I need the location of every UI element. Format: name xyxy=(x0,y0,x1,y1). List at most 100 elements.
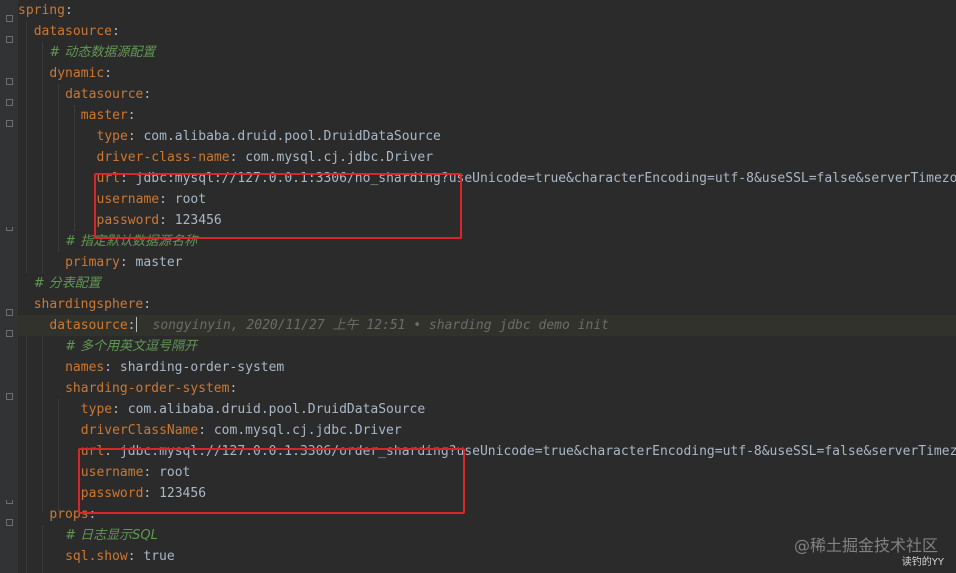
code-line[interactable]: datasource: xyxy=(18,21,956,42)
code-line[interactable]: dynamic: xyxy=(18,63,956,84)
code-line[interactable]: username: root xyxy=(18,462,956,483)
yaml-key: master xyxy=(80,108,128,123)
fold-icon[interactable] xyxy=(6,519,13,526)
yaml-value: root xyxy=(159,465,191,480)
code-line[interactable]: type: com.alibaba.druid.pool.DruidDataSo… xyxy=(18,399,956,420)
yaml-key: url xyxy=(80,444,105,459)
fold-end-icon[interactable] xyxy=(6,227,13,231)
git-blame-annotation[interactable]: songyinyin, 2020/11/27 上午 12:51 • shardi… xyxy=(153,318,609,333)
yaml-comment: # 日志显示SQL xyxy=(65,528,158,543)
yaml-comment: # 动态数据源配置 xyxy=(49,45,156,60)
code-line[interactable]: type: com.alibaba.druid.pool.DruidDataSo… xyxy=(18,126,956,147)
yaml-key: shardingsphere xyxy=(33,297,144,312)
yaml-key: driverClassName xyxy=(80,423,199,438)
code-line[interactable]: datasource: songyinyin, 2020/11/27 上午 12:… xyxy=(18,315,956,336)
code-line[interactable]: password: 123456 xyxy=(18,210,956,231)
code-line[interactable]: # 多个用英文逗号隔开 xyxy=(18,336,956,357)
code-line[interactable]: master: xyxy=(18,105,956,126)
yaml-value: root xyxy=(174,192,207,207)
yaml-comment: # 分表配置 xyxy=(33,276,101,291)
yaml-key: primary xyxy=(65,255,120,270)
fold-icon[interactable] xyxy=(6,15,13,22)
yaml-value: com.mysql.cj.jdbc.Driver xyxy=(245,150,434,165)
code-line[interactable]: datasource: xyxy=(18,84,956,105)
fold-icon[interactable] xyxy=(6,120,13,127)
yaml-key: sql.show xyxy=(65,549,128,564)
yaml-colon: : xyxy=(127,108,136,123)
yaml-value: true xyxy=(143,549,175,564)
code-line[interactable]: props: xyxy=(18,504,956,525)
yaml-value: com.mysql.cj.jdbc.Driver xyxy=(213,423,402,438)
code-line[interactable]: spring: xyxy=(18,0,956,21)
yaml-value: com.alibaba.druid.pool.DruidDataSource xyxy=(143,129,441,144)
yaml-colon: : xyxy=(104,444,120,459)
yaml-key: datasource xyxy=(49,318,128,333)
yaml-value: master xyxy=(135,255,183,270)
code-line[interactable]: url: jdbc:mysql://127.0.0.1:3306/order_s… xyxy=(18,441,956,462)
yaml-colon: : xyxy=(119,171,136,186)
yaml-key: datasource xyxy=(65,87,144,102)
yaml-key: password xyxy=(96,213,160,228)
yaml-key: names xyxy=(65,360,105,375)
yaml-colon: : xyxy=(143,87,152,102)
fold-icon[interactable] xyxy=(6,99,13,106)
yaml-key: type xyxy=(80,402,113,417)
yaml-colon: : xyxy=(88,507,97,522)
code-line[interactable]: # 动态数据源配置 xyxy=(18,42,956,63)
code-line[interactable]: primary: master xyxy=(18,252,956,273)
yaml-colon: : xyxy=(143,486,160,501)
fold-end-icon[interactable] xyxy=(6,500,13,504)
yaml-comment: # 指定默认数据源名称 xyxy=(65,234,198,249)
yaml-key: dynamic xyxy=(49,66,105,81)
yaml-colon: : xyxy=(143,297,152,312)
code-line[interactable]: shardingsphere: xyxy=(18,294,956,315)
code-line[interactable]: sharding-order-system: xyxy=(18,378,956,399)
yaml-key: username xyxy=(96,192,160,207)
yaml-colon: : xyxy=(198,423,214,438)
yaml-key: driver-class-name xyxy=(96,150,230,165)
yaml-key: spring xyxy=(18,3,65,18)
yaml-colon: : xyxy=(112,402,128,417)
fold-icon[interactable] xyxy=(6,78,13,85)
yaml-colon: : xyxy=(111,24,120,39)
code-line[interactable]: names: sharding-order-system xyxy=(18,357,956,378)
yaml-key: username xyxy=(80,465,144,480)
yaml-key: sharding-order-system xyxy=(65,381,230,396)
code-line[interactable]: password: 123456 xyxy=(18,483,956,504)
code-line[interactable]: driver-class-name: com.mysql.cj.jdbc.Dri… xyxy=(18,147,956,168)
yaml-colon: : xyxy=(119,255,136,270)
yaml-colon: : xyxy=(159,213,175,228)
editor-gutter[interactable] xyxy=(0,0,18,573)
yaml-colon: : xyxy=(104,66,113,81)
code-line[interactable]: username: root xyxy=(18,189,956,210)
yaml-colon: : xyxy=(229,381,238,396)
yaml-comment: # 多个用英文逗号隔开 xyxy=(65,339,198,354)
yaml-colon: : xyxy=(143,465,160,480)
yaml-key: url xyxy=(96,171,120,186)
yaml-value: 123456 xyxy=(174,213,222,228)
yaml-key: datasource xyxy=(33,24,112,39)
yaml-value: sharding-order-system xyxy=(119,360,285,375)
yaml-colon: : xyxy=(127,549,144,564)
fold-icon[interactable] xyxy=(6,330,13,337)
yaml-colon: : xyxy=(64,3,73,18)
yaml-value: 123456 xyxy=(159,486,207,501)
code-line[interactable]: # 分表配置 xyxy=(18,273,956,294)
yaml-value: jdbc:mysql://127.0.0.1:3306/order_shardi… xyxy=(119,444,956,459)
yaml-value: com.alibaba.druid.pool.DruidDataSource xyxy=(127,402,426,417)
yaml-key: type xyxy=(96,129,128,144)
fold-icon[interactable] xyxy=(6,36,13,43)
code-line[interactable]: # 指定默认数据源名称 xyxy=(18,231,956,252)
yaml-colon: : xyxy=(127,318,136,333)
code-line[interactable]: url: jdbc:mysql://127.0.0.1:3306/no_shar… xyxy=(18,168,956,189)
fold-icon[interactable] xyxy=(6,309,13,316)
yaml-colon: : xyxy=(159,192,175,207)
watermark-author: 读钓的YY xyxy=(901,557,944,568)
yaml-key: props xyxy=(49,507,89,522)
yaml-colon: : xyxy=(127,129,144,144)
fold-icon[interactable] xyxy=(6,393,13,400)
code-line[interactable]: driverClassName: com.mysql.cj.jdbc.Drive… xyxy=(18,420,956,441)
code-editor[interactable]: spring: datasource: # 动态数据源配置 dynamic: datas… xyxy=(0,0,956,573)
yaml-colon: : xyxy=(229,150,246,165)
text-caret xyxy=(135,317,137,332)
